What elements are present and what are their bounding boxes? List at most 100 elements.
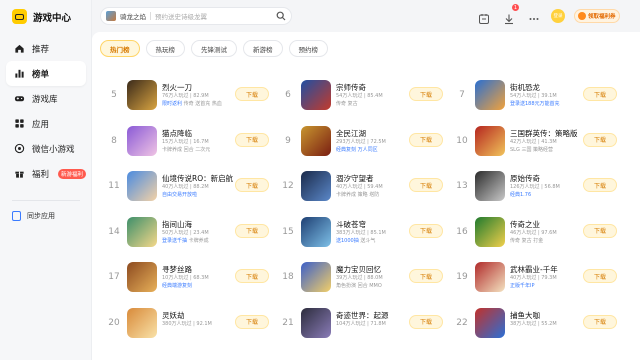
game-icon[interactable] xyxy=(127,171,157,201)
search-input[interactable]: 预约送史诗级龙翼 xyxy=(155,11,274,21)
download-button[interactable]: 下载 xyxy=(583,269,617,283)
tag-label: 复古 xyxy=(347,101,358,107)
sidebar-divider xyxy=(12,200,80,201)
game-icon[interactable] xyxy=(301,262,331,292)
game-stats: 40万人玩过 | 88.2M xyxy=(162,184,209,190)
wechat-icon xyxy=(14,143,25,154)
tab-4[interactable]: 预约榜 xyxy=(288,40,328,57)
game-list-item[interactable]: 11 仙境传说RO：新启航 40万人玩过 | 88.2M 自由交易开放啦 下载 xyxy=(94,169,274,211)
game-list-item[interactable]: 15 斗破苍穹 383万人玩过 | 85.1M 送1000抽 送斗气 下载 xyxy=(268,215,448,257)
download-button[interactable]: 下载 xyxy=(583,178,617,192)
game-list-item[interactable]: 21 奇迹世界：起源 104万人玩过 | 71.8M 下载 xyxy=(268,306,448,348)
game-list-item[interactable]: 5 烈火一刀 76万人玩过 | 82.9M 限时返利 传奇 送首充 热血 下载 xyxy=(94,78,274,120)
sidebar-item-label: 福利 xyxy=(32,169,50,180)
game-icon[interactable] xyxy=(475,171,505,201)
game-tags: 角色扮演 回合 MMO xyxy=(336,282,382,289)
game-icon[interactable] xyxy=(475,125,505,156)
sync-apps-label: 同步应用 xyxy=(27,212,55,220)
game-tags: 自由交易开放啦 xyxy=(162,191,197,198)
download-icon[interactable] xyxy=(503,10,515,25)
phone-icon xyxy=(12,211,21,221)
download-button[interactable]: 下载 xyxy=(583,132,617,147)
game-icon[interactable] xyxy=(301,125,331,156)
ranking-tabs: 热门榜 热玩榜 先锋测试 新游榜 预约榜 xyxy=(100,40,328,57)
game-list-item[interactable]: 6 宗师传奇 54万人玩过 | 85.4M 传奇 复古 下载 xyxy=(268,78,448,120)
download-button[interactable]: 下载 xyxy=(409,223,443,238)
more-icon[interactable] xyxy=(528,10,540,22)
download-button[interactable]: 下载 xyxy=(583,87,617,101)
tab-3[interactable]: 新游榜 xyxy=(243,40,283,57)
tab-1[interactable]: 热玩榜 xyxy=(145,40,185,57)
search-icon[interactable] xyxy=(274,9,288,23)
game-list-item[interactable]: 12 涸汐守望者 40万人玩过 | 59.4M 卡牌养成 策略 塔防 下载 xyxy=(268,169,448,211)
grid-icon xyxy=(14,118,25,129)
app-logo[interactable]: 游戏中心 xyxy=(12,9,71,24)
sidebar-item-home[interactable]: 推荐 xyxy=(6,36,86,61)
download-button[interactable]: 下载 xyxy=(235,223,269,238)
game-icon[interactable] xyxy=(301,216,331,247)
download-button[interactable]: 下载 xyxy=(583,314,617,329)
game-icon[interactable] xyxy=(127,125,157,156)
download-button[interactable]: 下载 xyxy=(235,314,269,329)
game-tags: 经典复刻 万人同区 xyxy=(336,146,378,153)
game-list-item[interactable]: 13 原始传奇 126万人玩过 | 56.8M 经典1.76 下载 xyxy=(442,169,622,211)
calendar-icon[interactable] xyxy=(478,10,490,24)
game-tags: 登录送188元万能首充 xyxy=(510,100,560,107)
tag-label: SLG xyxy=(510,146,520,153)
game-list-item[interactable]: 17 寻梦丝路 10万人玩过 | 68.3M 经典端游复刻 下载 xyxy=(94,260,274,302)
sidebar-item-gamepad[interactable]: 游戏库 xyxy=(6,86,86,111)
game-list-item[interactable]: 10 三国群英传：策略版 42万人玩过 | 41.3M SLG 三国 策略经营 下载 xyxy=(442,124,622,166)
sidebar-item-gift[interactable]: 福利 新游福利 xyxy=(6,161,86,186)
game-icon[interactable] xyxy=(127,262,157,292)
download-button[interactable]: 下载 xyxy=(583,223,617,238)
game-icon[interactable] xyxy=(475,307,505,338)
tab-0[interactable]: 热门榜 xyxy=(100,40,140,57)
game-tags: 卡牌养成 策略 塔防 xyxy=(336,191,379,198)
download-button[interactable]: 下载 xyxy=(409,132,443,147)
game-list-item[interactable]: 8 猫点降临 15万人玩过 | 16.7M 卡牌养成 回合 二次元 下载 xyxy=(94,124,274,166)
promo-text: 登录送188元万能首充 xyxy=(510,101,560,107)
game-list-item[interactable]: 16 传奇之业 46万人玩过 | 97.6M 传奇 复古 打金 下载 xyxy=(442,215,622,257)
game-icon[interactable] xyxy=(301,307,331,338)
game-list-item[interactable]: 9 全民江湖 293万人玩过 | 72.5M 经典复刻 万人同区 下载 xyxy=(268,124,448,166)
download-button[interactable]: 下载 xyxy=(409,314,443,329)
download-button[interactable]: 下载 xyxy=(235,132,269,147)
game-icon[interactable] xyxy=(475,262,505,292)
game-icon[interactable] xyxy=(127,307,157,338)
tag-label: 塔防 xyxy=(369,192,380,198)
download-button[interactable]: 下载 xyxy=(409,178,443,192)
download-button[interactable]: 下载 xyxy=(235,178,269,192)
game-list-item[interactable]: 7 街机恐龙 54万人玩过 | 39.1M 登录送188元万能首充 下载 xyxy=(442,78,622,120)
game-list-item[interactable]: 14 指间山海 50万人玩过 | 23.4M 登录送千抽 卡牌养成 下载 xyxy=(94,215,274,257)
download-button[interactable]: 下载 xyxy=(235,87,269,101)
tag-label: 三国 xyxy=(521,146,532,153)
game-list-item[interactable]: 18 魔力宝贝回忆 39万人玩过 | 88.0M 角色扮演 回合 MMO 下载 xyxy=(268,260,448,302)
sidebar-item-chart[interactable]: 榜单 xyxy=(6,61,86,86)
game-list-item[interactable]: 19 武林霸业-千年 40万人玩过 | 79.3M 正版千年IP 下载 xyxy=(442,260,622,302)
game-list-item[interactable]: 22 捕鱼大咖 38万人玩过 | 55.2M 下载 xyxy=(442,306,622,348)
game-icon[interactable] xyxy=(301,171,331,201)
tab-2[interactable]: 先锋测试 xyxy=(191,40,237,57)
promo-text: 经典端游复刻 xyxy=(162,283,193,289)
search-separator xyxy=(150,12,151,20)
game-icon[interactable] xyxy=(475,80,505,110)
game-stats: 15万人玩过 | 16.7M xyxy=(162,138,209,145)
game-icon[interactable] xyxy=(127,80,157,110)
tag-label: 传奇 xyxy=(510,237,521,244)
search-bar[interactable]: 骑龙之焰 预约送史诗级龙翼 xyxy=(100,7,292,25)
download-button[interactable]: 下载 xyxy=(409,269,443,283)
sync-apps-button[interactable]: 同步应用 xyxy=(12,211,55,221)
sidebar-item-wechat[interactable]: 微信小游戏 xyxy=(6,136,86,161)
tag-label: 送斗气 xyxy=(360,237,376,244)
game-icon[interactable] xyxy=(475,216,505,247)
game-list-item[interactable]: 20 灵妖劫 380万人玩过 | 92.1M 下载 xyxy=(94,306,274,348)
game-icon[interactable] xyxy=(301,80,331,110)
sidebar-item-grid[interactable]: 应用 xyxy=(6,111,86,136)
download-button[interactable]: 下载 xyxy=(409,87,443,101)
download-button[interactable]: 下载 xyxy=(235,269,269,283)
tag-label: 角色扮演 xyxy=(336,283,357,289)
game-tags: SLG 三国 策略经营 xyxy=(510,146,553,153)
welfare-coupon-button[interactable]: 领取福利券 xyxy=(574,9,620,23)
game-icon[interactable] xyxy=(127,216,157,247)
avatar[interactable]: 登录 xyxy=(551,9,565,23)
